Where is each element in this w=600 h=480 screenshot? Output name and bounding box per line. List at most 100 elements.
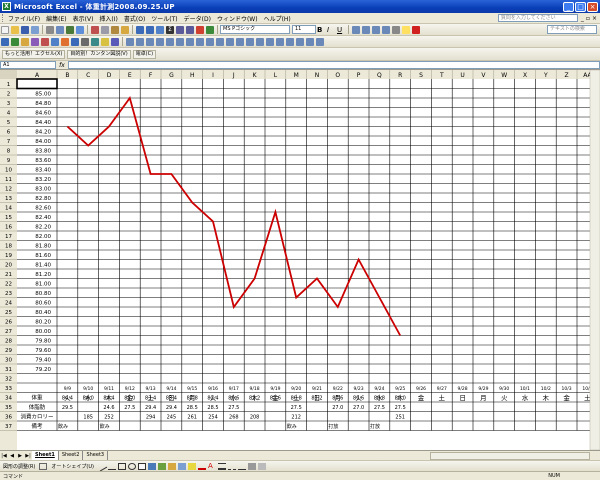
menu-item[interactable]: ファイル(F)	[5, 14, 43, 23]
prev-sheet-button[interactable]: ◀	[8, 453, 16, 459]
custom-icon[interactable]	[41, 37, 49, 46]
format-painter-icon[interactable]	[121, 25, 129, 34]
research-icon[interactable]	[76, 25, 84, 34]
sort-descending-icon[interactable]	[186, 25, 194, 34]
custom-icon[interactable]	[296, 37, 304, 46]
custom-icon[interactable]	[21, 37, 29, 46]
link-button[interactable]: もっと活用！エクセル(X)	[2, 49, 66, 59]
arrow-style-icon[interactable]	[237, 463, 246, 470]
autoshapes-menu[interactable]: オートシェイプ(U)	[48, 463, 97, 470]
open-icon[interactable]	[11, 25, 19, 34]
custom-icon[interactable]	[146, 37, 154, 46]
sheet-tab[interactable]: Sheet3	[83, 451, 109, 460]
custom-icon[interactable]	[276, 37, 284, 46]
custom-icon[interactable]	[101, 37, 109, 46]
hyperlink-icon[interactable]	[156, 25, 164, 34]
dash-style-icon[interactable]	[227, 463, 236, 470]
custom-icon[interactable]	[236, 37, 244, 46]
doc-restore-button[interactable]: ▫	[586, 15, 590, 22]
font-size-select[interactable]: 11	[292, 25, 316, 34]
minimize-button[interactable]: _	[563, 1, 574, 12]
menu-item[interactable]: データ(D)	[181, 14, 214, 23]
custom-icon[interactable]	[186, 37, 194, 46]
arrow-icon[interactable]	[107, 463, 116, 470]
rectangle-icon[interactable]	[117, 462, 126, 470]
align-right-icon[interactable]	[372, 25, 380, 34]
name-box[interactable]: A1	[0, 61, 56, 69]
undo-icon[interactable]	[136, 25, 144, 34]
custom-icon[interactable]	[196, 37, 204, 46]
borders-icon[interactable]	[392, 25, 400, 34]
font-color-icon[interactable]	[412, 25, 420, 34]
drawing-icon[interactable]	[206, 25, 214, 34]
last-sheet-button[interactable]: ▶|	[24, 453, 32, 459]
font-name-select[interactable]: MS Pゴシック	[220, 25, 290, 34]
menu-item[interactable]: 挿入(I)	[96, 14, 120, 23]
custom-icon[interactable]	[31, 37, 39, 46]
link-button[interactable]: 目的別！カンタン図説(V)	[67, 49, 131, 59]
custom-icon[interactable]	[266, 37, 274, 46]
clipart-icon[interactable]	[167, 462, 176, 470]
shadow-icon[interactable]	[247, 462, 256, 470]
search-text-input[interactable]: テキストの検索	[547, 25, 597, 34]
align-left-icon[interactable]	[352, 25, 360, 34]
wordart-icon[interactable]	[147, 462, 156, 470]
help-search-input[interactable]: 質問を入力してください	[497, 14, 578, 22]
custom-icon[interactable]	[256, 37, 264, 46]
custom-icon[interactable]	[91, 37, 99, 46]
copy-icon[interactable]	[101, 25, 109, 34]
autosum-icon[interactable]: Σ	[166, 25, 174, 34]
custom-icon[interactable]	[71, 37, 79, 46]
menu-item[interactable]: 表示(V)	[70, 14, 97, 23]
custom-icon[interactable]	[126, 37, 134, 46]
horizontal-scrollbar[interactable]	[430, 451, 590, 460]
custom-icon[interactable]	[1, 37, 9, 46]
fill-color-icon[interactable]	[187, 462, 196, 470]
doc-close-button[interactable]: ×	[592, 15, 597, 22]
line-style-icon[interactable]	[217, 462, 226, 470]
3d-icon[interactable]	[257, 462, 266, 470]
align-center-icon[interactable]	[362, 25, 370, 34]
custom-icon[interactable]	[226, 37, 234, 46]
custom-icon[interactable]	[176, 37, 184, 46]
save-icon[interactable]	[21, 25, 29, 34]
font-color-icon[interactable]: A	[208, 462, 216, 470]
link-button[interactable]: 電卓(C)	[132, 49, 157, 59]
sort-ascending-icon[interactable]	[176, 25, 184, 34]
merge-center-icon[interactable]	[382, 25, 390, 34]
custom-icon[interactable]	[206, 37, 214, 46]
fx-icon[interactable]: fx	[56, 62, 68, 69]
line-color-icon[interactable]	[197, 463, 206, 470]
custom-icon[interactable]	[61, 37, 69, 46]
fill-color-icon[interactable]	[402, 25, 410, 34]
permission-icon[interactable]	[31, 25, 39, 34]
custom-icon[interactable]	[166, 37, 174, 46]
custom-icon[interactable]	[156, 37, 164, 46]
custom-icon[interactable]	[81, 37, 89, 46]
custom-icon[interactable]	[306, 37, 314, 46]
custom-icon[interactable]	[286, 37, 294, 46]
next-sheet-button[interactable]: ▶	[16, 453, 24, 459]
underline-button[interactable]: U	[337, 26, 345, 34]
chart-wizard-icon[interactable]	[196, 25, 204, 34]
custom-icon[interactable]	[111, 37, 119, 46]
excel-icon[interactable]: X	[2, 2, 11, 11]
spelling-icon[interactable]	[66, 25, 74, 34]
custom-icon[interactable]	[246, 37, 254, 46]
draw-menu[interactable]: 図形の調整(R)	[0, 463, 38, 470]
cut-icon[interactable]	[91, 25, 99, 34]
menu-item[interactable]: ツール(T)	[148, 14, 180, 23]
menu-item[interactable]: ヘルプ(H)	[261, 14, 294, 23]
first-sheet-button[interactable]: |◀	[0, 453, 8, 459]
line-icon[interactable]	[96, 460, 108, 472]
sheet-tab[interactable]: Sheet2	[59, 451, 84, 460]
new-icon[interactable]	[1, 25, 9, 34]
select-objects-icon[interactable]	[39, 462, 48, 470]
menu-item[interactable]: ウィンドウ(W)	[214, 14, 261, 23]
custom-icon[interactable]	[51, 37, 59, 46]
custom-icon[interactable]	[136, 37, 144, 46]
bold-button[interactable]: B	[317, 26, 325, 34]
redo-icon[interactable]	[146, 25, 154, 34]
menu-item[interactable]: 書式(O)	[121, 14, 148, 23]
formula-input[interactable]	[68, 61, 600, 69]
